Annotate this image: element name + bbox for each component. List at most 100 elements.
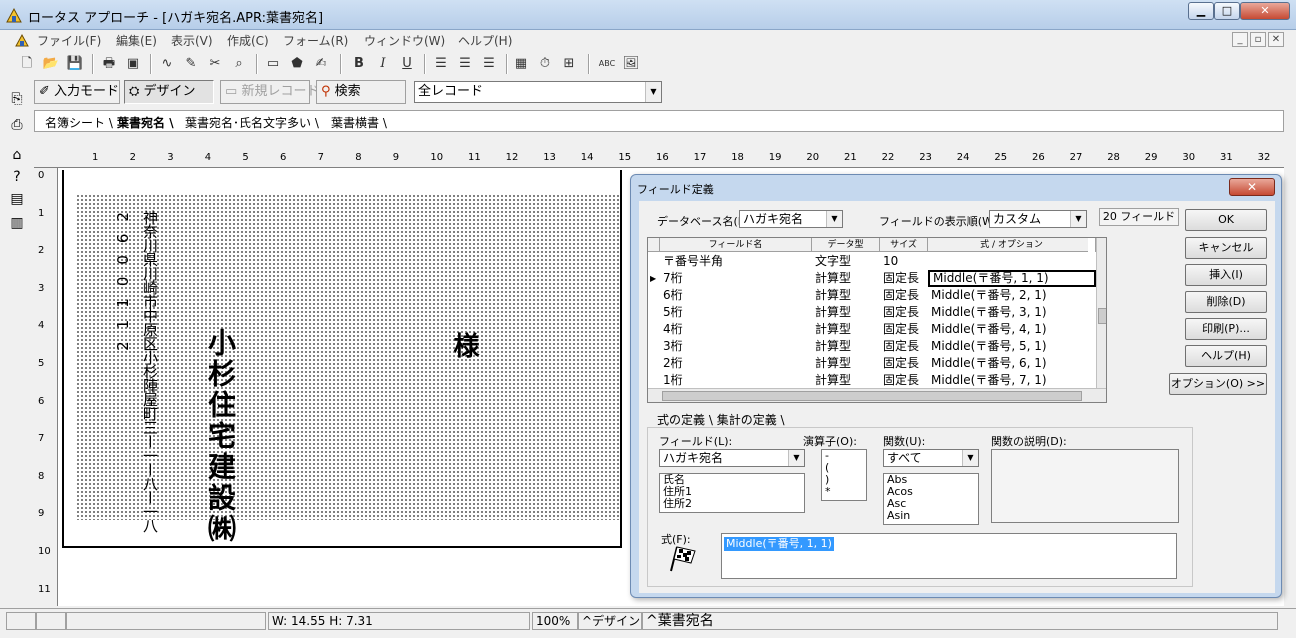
column-data-type[interactable]: データ型 [812, 238, 880, 252]
mode-indicator[interactable]: ^デザイン [578, 612, 642, 630]
display-order-label: フィールドの表示順(W): [879, 215, 1001, 228]
insert-button[interactable]: 挿入(I) [1185, 264, 1267, 286]
recipient-name-field[interactable]: 小杉住宅建設㈱ [200, 328, 240, 545]
tab-roster-sheet[interactable]: 名簿シート \ [45, 114, 113, 131]
list-item[interactable]: 住所2 [660, 498, 804, 510]
mdi-close-button[interactable]: ✕ [1268, 32, 1284, 47]
database-select[interactable]: ハガキ宛名 ▼ [739, 210, 843, 228]
close-button[interactable]: ✕ [1240, 2, 1290, 20]
function-category-select[interactable]: すべて ▼ [883, 449, 979, 467]
bold-icon[interactable]: B [348, 53, 370, 75]
table-icon[interactable]: ▥ [6, 212, 28, 234]
help-icon[interactable]: ? [6, 166, 28, 188]
list-item[interactable]: Asin [884, 510, 978, 522]
search-button[interactable]: ⚲ 検索 [316, 80, 406, 104]
table-row[interactable]: 4桁 計算型 固定長 Middle(〒番号, 4, 1) [648, 321, 1096, 338]
table-row[interactable]: ▶ 7桁 計算型 固定長 Middle(〒番号, 1, 1) [648, 270, 1096, 287]
find-icon[interactable]: ⌕ [228, 53, 250, 75]
align-right-icon[interactable]: ☰ [478, 53, 500, 75]
table-row[interactable]: 3桁 計算型 固定長 Middle(〒番号, 5, 1) [648, 338, 1096, 355]
scroll-thumb[interactable] [1098, 308, 1106, 324]
design-mode-button[interactable]: ⛭ デザイン [124, 80, 214, 104]
calendar-icon[interactable]: ▦ [510, 53, 532, 75]
operator-list[interactable]: -() * [821, 449, 867, 501]
sheet-icon[interactable]: ⎙ [6, 114, 28, 136]
delete-button[interactable]: 削除(D) [1185, 291, 1267, 313]
preview-icon[interactable]: ▣ [122, 53, 144, 75]
input-mode-button[interactable]: ✐ 入力モード [34, 80, 120, 104]
picture-icon[interactable]: 🖼 [620, 53, 642, 75]
align-left-icon[interactable]: ☰ [430, 53, 452, 75]
cancel-button[interactable]: キャンセル [1185, 237, 1267, 259]
align-center-icon[interactable]: ☰ [454, 53, 476, 75]
grid-vertical-scrollbar[interactable] [1096, 238, 1106, 388]
mdi-restore-button[interactable]: ▫ [1250, 32, 1266, 47]
ok-button[interactable]: OK [1185, 209, 1267, 231]
tab-postcard-long-name[interactable]: 葉書宛名･氏名文字多い \ [185, 114, 319, 131]
table-row[interactable]: 2桁 計算型 固定長 Middle(〒番号, 6, 1) [648, 355, 1096, 372]
address-field[interactable]: 神奈川県川崎市中原区小杉陣屋町三ー一ー八ー一八 [140, 210, 161, 532]
spell-check-icon[interactable]: ∿ [156, 53, 178, 75]
save-icon[interactable]: 💾 [64, 53, 86, 75]
scroll-thumb[interactable] [662, 391, 1082, 401]
formula-input[interactable]: Middle(〒番号, 1, 1) [721, 533, 1177, 579]
function-list[interactable]: Abs Acos Asc Asin [883, 473, 979, 525]
field-select[interactable]: ハガキ宛名 ▼ [659, 449, 805, 467]
tab-formula-definition[interactable]: 式の定義 \ [657, 413, 713, 427]
table-row[interactable]: 〒番号半角 文字型 10 [648, 253, 1096, 270]
tab-postcard-horizontal[interactable]: 葉書横書 \ [331, 114, 387, 131]
list-item[interactable]: * [822, 486, 866, 498]
record-filter-select[interactable]: 全レコード ▼ [414, 81, 662, 103]
minimize-button[interactable]: ▁ [1188, 2, 1214, 20]
document-icon[interactable] [14, 32, 30, 48]
column-size[interactable]: サイズ [880, 238, 928, 252]
tab-postcard-address[interactable]: 葉書宛名 \ [117, 114, 174, 131]
underline-icon[interactable]: U [396, 53, 418, 75]
honorific-field[interactable]: 様 [446, 332, 483, 358]
open-file-icon[interactable]: 📂 [40, 53, 62, 75]
help-button[interactable]: ヘルプ(H) [1185, 345, 1267, 367]
menu-help[interactable]: ヘルプ(H) [458, 32, 512, 49]
menu-window[interactable]: ウィンドウ(W) [364, 32, 445, 49]
form-indicator[interactable]: ^葉書宛名 [642, 612, 1278, 630]
new-record-button[interactable]: ▭ 新規レコード [220, 80, 319, 104]
menu-create[interactable]: 作成(C) [227, 32, 269, 49]
tab-summary-definition[interactable]: 集計の定義 \ [717, 413, 785, 427]
menu-file[interactable]: ファイル(F) [37, 32, 101, 49]
form-icon[interactable]: ⎘ [6, 88, 28, 110]
timer-icon[interactable]: ⏱ [534, 53, 556, 75]
field-grid[interactable]: フィールド名 データ型 サイズ 式 / オプション 〒番号半角 文字型 10 ▶ 7桁計… [647, 237, 1107, 403]
dialog-close-button[interactable]: ✕ [1229, 178, 1275, 196]
maximize-button[interactable]: □ [1214, 2, 1240, 20]
cell-type: 計算型 [815, 356, 852, 370]
table-row[interactable]: 6桁 計算型 固定長 Middle(〒番号, 2, 1) [648, 287, 1096, 304]
print-icon[interactable]: 🖶 [98, 53, 120, 75]
menu-view[interactable]: 表示(V) [171, 32, 213, 49]
column-formula[interactable]: 式 / オプション [928, 238, 1096, 252]
display-order-select[interactable]: カスタム ▼ [989, 210, 1087, 228]
print-button[interactable]: 印刷(P)... [1185, 318, 1267, 340]
options-button[interactable]: オプション(O) >> [1169, 373, 1267, 395]
new-file-icon[interactable]: 🗋 [16, 53, 38, 75]
database-icon[interactable]: ▤ [6, 188, 28, 210]
home-icon[interactable]: ⌂ [6, 144, 28, 166]
column-field-name[interactable]: フィールド名 [660, 238, 812, 252]
grid-horizontal-scrollbar[interactable] [648, 388, 1106, 402]
cut-icon[interactable]: ✂ [204, 53, 226, 75]
abc-icon[interactable]: ABC [596, 53, 618, 75]
zoom-indicator[interactable]: 100% [532, 612, 578, 630]
pen-icon[interactable]: ✍ [310, 53, 332, 75]
checkered-flag-icon[interactable] [667, 545, 697, 573]
mdi-minimize-button[interactable]: _ [1232, 32, 1248, 47]
menu-form[interactable]: フォーム(R) [283, 32, 348, 49]
table-row[interactable]: 5桁 計算型 固定長 Middle(〒番号, 3, 1) [648, 304, 1096, 321]
italic-icon[interactable]: I [372, 53, 394, 75]
field-list[interactable]: 氏名 住所1 住所2 [659, 473, 805, 513]
brush-icon[interactable]: ✎ [180, 53, 202, 75]
field-tool-icon[interactable]: ▭ [262, 53, 284, 75]
table-row[interactable]: 1桁 計算型 固定長 Middle(〒番号, 7, 1) [648, 372, 1096, 389]
menu-edit[interactable]: 編集(E) [116, 32, 157, 49]
grid-icon[interactable]: ⊞ [558, 53, 580, 75]
postal-code-field[interactable]: 2110062 [114, 200, 132, 351]
shape-icon[interactable]: ⬟ [286, 53, 308, 75]
